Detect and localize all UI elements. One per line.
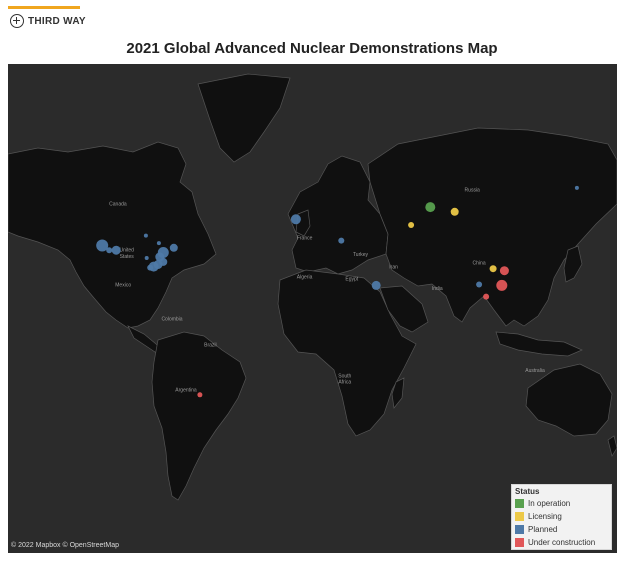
place-label: Algeria	[297, 275, 313, 281]
legend-swatch-planned	[515, 525, 524, 534]
project-marker-under-construction[interactable]	[496, 279, 508, 291]
legend-swatch-in-operation	[515, 499, 524, 508]
place-label: Argentina	[175, 388, 197, 394]
legend-item-under-construction[interactable]: Under construction	[515, 536, 608, 549]
logo-icon	[10, 14, 24, 28]
place-label: United	[119, 247, 134, 253]
world-map[interactable]: Canada United States Mexico Colombia Brazil Ar…	[8, 64, 617, 553]
project-marker-planned[interactable]	[147, 264, 154, 271]
legend-label: In operation	[528, 499, 571, 508]
place-label: China	[473, 261, 486, 267]
place-label: Iran	[389, 265, 398, 271]
legend-swatch-under-construction	[515, 538, 524, 547]
place-label: Mexico	[115, 282, 131, 288]
place-label: France	[297, 235, 313, 241]
project-marker-planned[interactable]	[143, 233, 148, 238]
project-marker-licensing[interactable]	[408, 222, 415, 228]
project-marker-planned[interactable]	[111, 245, 121, 255]
project-marker-under-construction[interactable]	[483, 293, 490, 300]
place-label: Brazil	[204, 343, 217, 349]
project-marker-planned[interactable]	[574, 185, 579, 190]
project-marker-planned[interactable]	[476, 281, 483, 288]
project-marker-licensing[interactable]	[489, 265, 497, 273]
project-marker-planned[interactable]	[106, 247, 113, 254]
project-marker-planned[interactable]	[144, 256, 149, 260]
legend-item-planned[interactable]: Planned	[515, 523, 608, 536]
place-label: States	[120, 254, 135, 260]
legend-label: Licensing	[528, 512, 562, 521]
place-label: Australia	[525, 368, 545, 374]
legend-label: Under construction	[528, 538, 596, 547]
project-marker-under-construction[interactable]	[197, 392, 203, 398]
project-marker-planned[interactable]	[371, 280, 381, 290]
project-marker-under-construction[interactable]	[499, 266, 509, 276]
legend-label: Planned	[528, 525, 558, 534]
map-title: 2021 Global Advanced Nuclear Demonstrati…	[126, 40, 498, 57]
third-way-logo: THIRD WAY	[10, 12, 86, 30]
brand-accent-bar	[8, 6, 80, 9]
legend-item-licensing[interactable]: Licensing	[515, 510, 608, 523]
project-marker-planned[interactable]	[156, 241, 161, 246]
project-marker-planned[interactable]	[338, 237, 345, 244]
map-attribution[interactable]: © 2022 Mapbox © OpenStreetMap	[11, 542, 119, 549]
project-marker-planned[interactable]	[169, 243, 178, 252]
place-label: Egypt	[345, 277, 358, 283]
place-label: Colombia	[161, 317, 182, 323]
place-label: Turkey	[353, 252, 369, 258]
status-legend: Status In operation Licensing Planned Un…	[511, 484, 612, 550]
project-marker-planned[interactable]	[290, 214, 301, 225]
legend-swatch-licensing	[515, 512, 524, 521]
project-marker-licensing[interactable]	[450, 207, 459, 216]
place-label: Africa	[338, 380, 351, 386]
map-canvas[interactable]: Canada UnitedStates Mexico Colombia Brazil Ar…	[8, 64, 617, 553]
project-marker-in-operation[interactable]	[425, 202, 436, 213]
legend-title: Status	[515, 487, 540, 496]
logo-text: THIRD WAY	[28, 15, 86, 27]
legend-item-in-operation[interactable]: In operation	[515, 497, 608, 510]
place-label: Canada	[109, 202, 127, 208]
place-label: India	[432, 286, 443, 292]
place-label: Russia	[465, 188, 481, 194]
